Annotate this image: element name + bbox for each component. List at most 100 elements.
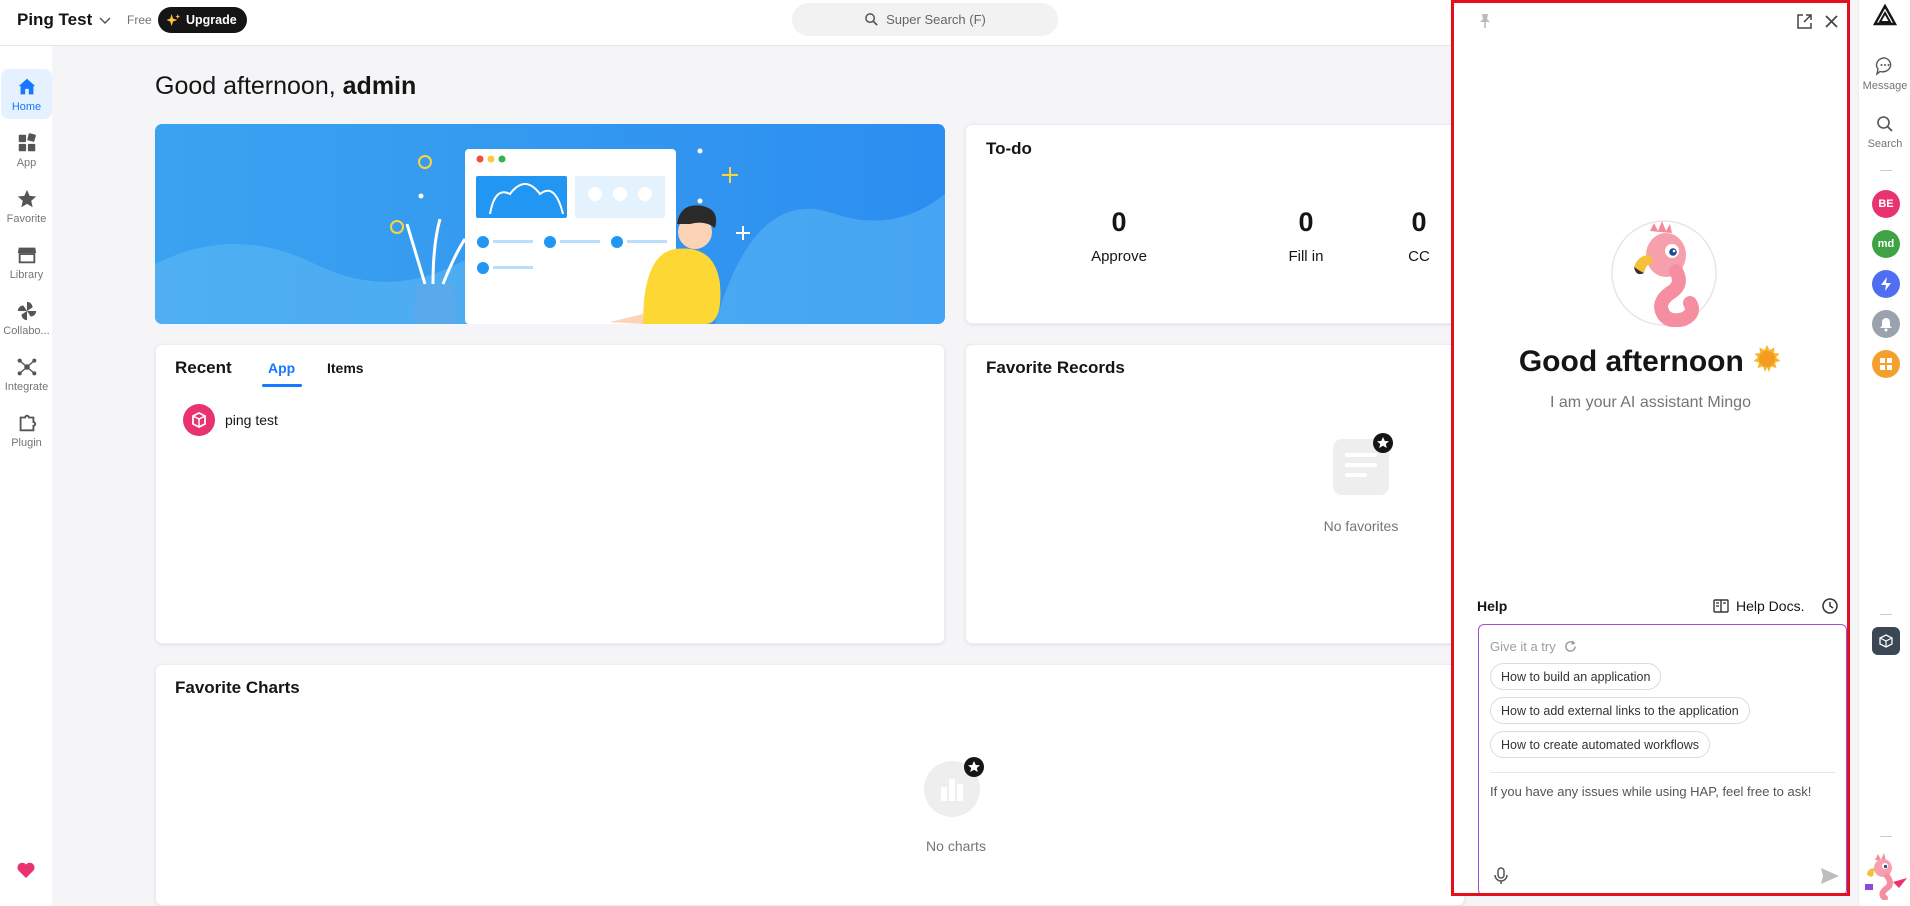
rail-divider <box>1880 170 1892 171</box>
apps-avatar[interactable] <box>1872 350 1900 378</box>
recent-item[interactable]: ping test <box>183 404 278 436</box>
recent-card: Recent App Items ping test <box>155 344 945 644</box>
try-label: Give it a try <box>1490 639 1577 654</box>
nav-item-label: Library <box>9 268 44 281</box>
recent-item-name: ping test <box>225 412 278 428</box>
lightning-icon <box>1881 277 1891 291</box>
chevron-down-icon[interactable] <box>98 13 112 27</box>
avatar[interactable]: md <box>1872 230 1900 258</box>
rail-search-label: Search <box>1867 138 1903 150</box>
assistant-greeting-text: Good afternoon <box>1518 345 1744 378</box>
try-label-text: Give it a try <box>1490 639 1556 654</box>
send-icon[interactable] <box>1819 866 1841 886</box>
page-greeting: Good afternoon, admin <box>155 72 416 101</box>
search-icon <box>1877 116 1893 132</box>
suggestion-chip[interactable]: How to create automated workflows <box>1490 731 1711 758</box>
nav-item-integrate[interactable]: Integrate <box>1 349 52 399</box>
tab-items[interactable]: Items <box>327 360 364 376</box>
help-docs-label: Help Docs. <box>1736 598 1805 614</box>
todo-fillin-count[interactable]: 0 <box>1266 207 1346 238</box>
history-icon[interactable] <box>1821 597 1839 615</box>
greeting-user: admin <box>342 72 417 100</box>
nav-item-label: App <box>16 156 37 169</box>
nav-item-label: Integrate <box>4 380 49 393</box>
favorite-records-title: Favorite Records <box>986 358 1125 377</box>
store-icon <box>17 247 36 263</box>
pinwheel-icon <box>17 301 36 320</box>
favorite-records-card: Favorite Records No favorites <box>965 344 1465 644</box>
top-bar: Ping Test Free Upgrade Super Search (F) <box>0 0 1450 46</box>
rail-divider <box>1880 614 1892 615</box>
close-icon[interactable] <box>1823 13 1840 30</box>
star-icon <box>17 189 36 207</box>
assistant-subtitle: I am your AI assistant Mingo <box>1550 394 1751 411</box>
nav-item-home[interactable]: Home <box>1 69 52 119</box>
upgrade-button[interactable]: Upgrade <box>158 7 247 33</box>
app-logo-icon[interactable] <box>1873 4 1897 28</box>
upgrade-label: Upgrade <box>186 13 237 27</box>
plan-label: Free <box>127 13 152 27</box>
suggestion-chip[interactable]: How to build an application <box>1490 663 1662 690</box>
integrate-icon <box>17 358 36 375</box>
nav-item-plugin[interactable]: Plugin <box>1 405 52 455</box>
todo-title: To-do <box>986 139 1032 158</box>
pin-icon[interactable] <box>1478 13 1492 29</box>
heart-icon[interactable] <box>16 860 36 880</box>
rail-message[interactable]: Message <box>1859 56 1910 92</box>
right-rail: Message Search BE md <box>1858 0 1910 906</box>
nav-item-favorite[interactable]: Favorite <box>1 181 52 231</box>
app-grid-icon <box>18 132 36 151</box>
rail-divider <box>1880 836 1892 837</box>
assistant-greeting: Good afternoon <box>1454 344 1847 379</box>
todo-approve-label[interactable]: Approve <box>1069 248 1169 265</box>
plugin-icon <box>19 414 36 431</box>
nav-item-label: Collabo... <box>3 324 50 337</box>
cube-icon <box>1879 634 1893 648</box>
flamingo-avatar <box>1611 220 1717 327</box>
book-icon <box>1713 599 1729 613</box>
super-search-input[interactable]: Super Search (F) <box>792 3 1058 36</box>
sparkle-icon <box>166 13 181 26</box>
open-external-icon[interactable] <box>1796 13 1813 30</box>
greeting-prefix: Good afternoon, <box>155 72 343 100</box>
todo-cc-count[interactable]: 0 <box>1379 207 1459 238</box>
search-placeholder: Super Search (F) <box>886 12 986 27</box>
microphone-icon[interactable] <box>1491 866 1511 886</box>
chat-divider <box>1490 772 1835 773</box>
banner-illustration <box>155 124 945 324</box>
rail-message-label: Message <box>1862 80 1908 92</box>
refresh-icon[interactable] <box>1564 640 1577 653</box>
tab-app[interactable]: App <box>268 360 295 376</box>
bell-icon <box>1880 318 1892 332</box>
ai-bolt-avatar[interactable] <box>1872 270 1900 298</box>
app-icon <box>183 404 215 436</box>
help-title: Help <box>1477 598 1508 614</box>
active-tab-indicator <box>262 384 302 387</box>
chat-input-box[interactable]: Give it a try How to build an applicatio… <box>1478 624 1847 893</box>
sun-icon <box>1753 345 1781 372</box>
rail-search[interactable]: Search <box>1859 114 1910 150</box>
grid-icon <box>1880 358 1892 370</box>
chat-input-placeholder[interactable]: If you have any issues while using HAP, … <box>1490 781 1830 803</box>
favorite-charts-title: Favorite Charts <box>175 678 300 697</box>
app-shortcut[interactable] <box>1872 627 1900 655</box>
nav-item-collaboration[interactable]: Collabo... <box>1 293 52 343</box>
suggestion-chip[interactable]: How to add external links to the applica… <box>1490 697 1750 724</box>
flamingo-assistant-icon[interactable] <box>1863 848 1909 900</box>
home-icon <box>18 78 35 94</box>
help-docs-link[interactable]: Help Docs. <box>1712 597 1804 615</box>
nav-item-label: Favorite <box>6 212 47 225</box>
notification-avatar[interactable] <box>1872 310 1900 338</box>
org-name[interactable]: Ping Test <box>17 10 92 30</box>
empty-favorites-label: No favorites <box>1323 518 1399 534</box>
nav-item-app[interactable]: App <box>1 125 52 175</box>
todo-approve-count[interactable]: 0 <box>1079 207 1159 238</box>
empty-favorites-icon <box>1333 433 1393 495</box>
left-nav: Home App Favorite Library Collabo... Int… <box>0 46 52 906</box>
avatar[interactable]: BE <box>1872 190 1900 218</box>
empty-charts-icon <box>924 757 984 817</box>
nav-item-library[interactable]: Library <box>1 237 52 287</box>
todo-card: To-do 0 Approve 0 Fill in 0 CC <box>965 124 1465 324</box>
welcome-banner <box>155 124 945 324</box>
todo-fillin-label[interactable]: Fill in <box>1256 248 1356 265</box>
